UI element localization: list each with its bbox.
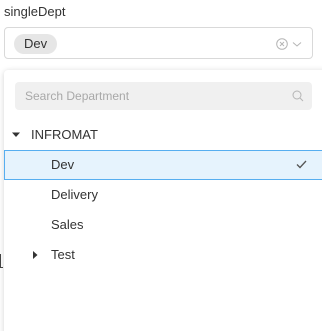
tree-node-dev[interactable]: Dev	[4, 150, 322, 180]
tree-node-label: Delivery	[51, 187, 98, 202]
selected-tag[interactable]: Dev	[14, 34, 58, 54]
dept-select-box[interactable]: Dev	[4, 27, 313, 59]
tree-node-sales[interactable]: Sales	[4, 210, 322, 240]
tree-node-delivery[interactable]: Delivery	[4, 180, 322, 210]
search-box	[15, 82, 312, 110]
check-icon	[296, 160, 307, 169]
caret-down-icon[interactable]	[12, 131, 20, 139]
tree-node-label: Dev	[51, 157, 75, 172]
chevron-down-icon[interactable]	[291, 38, 303, 50]
clear-icon[interactable]	[276, 38, 288, 50]
dept-dropdown-panel: INFROMAT Dev Delivery Sales Test	[4, 70, 322, 331]
tree-node-label: Test	[51, 247, 75, 262]
tree-node-label: INFROMAT	[31, 127, 98, 142]
tree-node-label: Sales	[51, 217, 84, 232]
tree-node-infromat[interactable]: INFROMAT	[4, 120, 322, 150]
background-edge-mark	[0, 254, 3, 268]
caret-right-icon[interactable]	[31, 251, 39, 259]
tree-node-test[interactable]: Test	[4, 240, 322, 270]
search-input[interactable]	[15, 82, 285, 110]
single-dept-select: singleDept Dev INFROMAT Dev	[0, 0, 322, 331]
field-label: singleDept	[4, 4, 66, 19]
search-icon[interactable]	[292, 90, 304, 102]
